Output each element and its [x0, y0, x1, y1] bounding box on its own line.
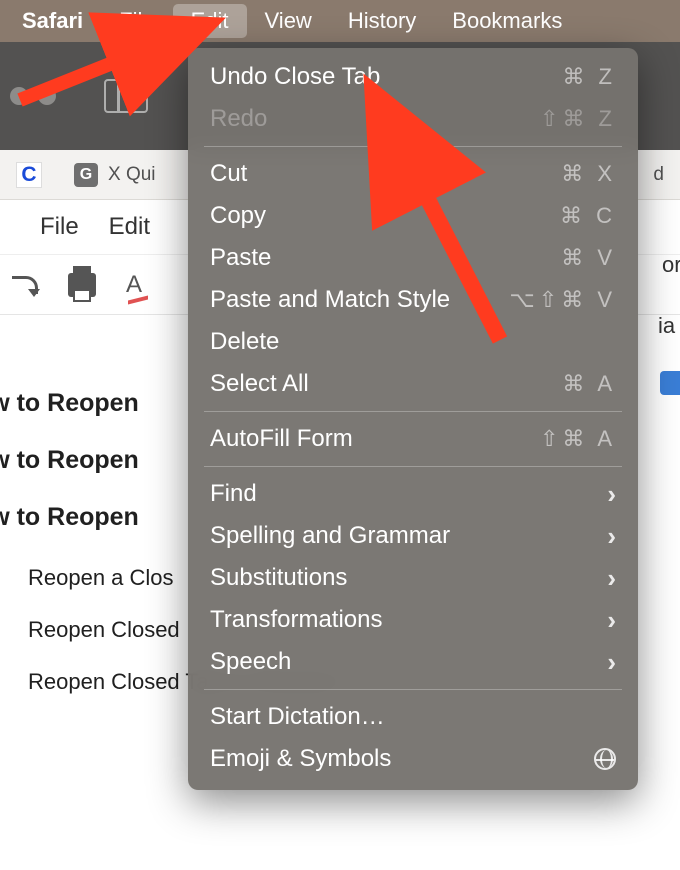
browser-tab-cut[interactable]: d	[637, 150, 680, 199]
menu-separator	[204, 411, 622, 412]
favicon-icon: C	[16, 162, 42, 188]
menu-item[interactable]: AutoFill Form ⇧⌘ A	[188, 418, 638, 460]
menu-item-label: Copy	[210, 202, 266, 230]
menu-separator	[204, 689, 622, 690]
chevron-right-icon: ›	[607, 649, 616, 675]
menu-item-label: Undo Close Tab	[210, 63, 380, 91]
menu-separator	[204, 146, 622, 147]
menu-item[interactable]: Start Dictation…	[188, 696, 638, 738]
menu-shortcut: ⇧⌘ A	[540, 426, 616, 452]
tab-title: d	[653, 164, 664, 186]
menu-item-label: Spelling and Grammar	[210, 522, 450, 550]
globe-icon	[594, 748, 616, 770]
doc-menu-file[interactable]: File	[40, 213, 79, 241]
system-menubar: Safari File Edit View History Bookmarks	[0, 0, 680, 42]
menu-item-label: AutoFill Form	[210, 425, 353, 453]
truncated-text: or	[662, 252, 680, 278]
menubar-bookmarks[interactable]: Bookmarks	[434, 4, 580, 38]
menu-shortcut: ⌥⇧⌘ V	[509, 287, 616, 313]
menu-item[interactable]: Paste ⌘ V	[188, 237, 638, 279]
chevron-right-icon: ›	[607, 607, 616, 633]
menu-item[interactable]: Undo Close Tab ⌘ Z	[188, 56, 638, 98]
font-underline-icon[interactable]: A	[126, 271, 142, 299]
menu-item[interactable]: Delete	[188, 321, 638, 363]
menu-item-label: Find	[210, 480, 257, 508]
menu-item-label: Start Dictation…	[210, 703, 385, 731]
menu-item[interactable]: Paste and Match Style ⌥⇧⌘ V	[188, 279, 638, 321]
menu-item[interactable]: Transformations ›	[188, 599, 638, 641]
menubar-edit[interactable]: Edit	[173, 4, 247, 38]
menu-item-label: Substitutions	[210, 564, 347, 592]
side-panel-handle[interactable]	[660, 371, 680, 395]
menu-item-label: Speech	[210, 648, 291, 676]
tab-title: X Qui	[108, 164, 156, 186]
traffic-light-dimmed[interactable]	[10, 87, 28, 105]
menu-shortcut: ⌘ C	[560, 203, 616, 229]
menubar-app[interactable]: Safari	[4, 4, 101, 38]
menubar-view[interactable]: View	[247, 4, 330, 38]
menu-item-label: Paste and Match Style	[210, 286, 450, 314]
doc-menu-edit[interactable]: Edit	[109, 213, 150, 241]
chevron-right-icon: ›	[607, 565, 616, 591]
menu-shortcut: ⌘ V	[561, 245, 616, 271]
traffic-light-dimmed[interactable]	[38, 87, 56, 105]
menu-item[interactable]: Substitutions ›	[188, 557, 638, 599]
menu-item: Redo ⇧⌘ Z	[188, 98, 638, 140]
sidebar-toggle-icon[interactable]	[104, 79, 148, 113]
chevron-right-icon: ›	[607, 523, 616, 549]
menu-item[interactable]: Emoji & Symbols	[188, 738, 638, 780]
menu-separator	[204, 466, 622, 467]
menu-item-label: Redo	[210, 105, 267, 133]
menu-item-label: Transformations	[210, 606, 383, 634]
menu-item[interactable]: Speech ›	[188, 641, 638, 683]
menu-shortcut: ⌘ A	[562, 371, 616, 397]
menu-item-label: Paste	[210, 244, 271, 272]
browser-tab[interactable]: C	[0, 150, 58, 199]
menu-item[interactable]: Select All ⌘ A	[188, 363, 638, 405]
menu-item[interactable]: Spelling and Grammar ›	[188, 515, 638, 557]
menu-shortcut: ⇧⌘ Z	[540, 106, 616, 132]
menu-item[interactable]: Copy ⌘ C	[188, 195, 638, 237]
print-icon[interactable]	[68, 273, 96, 297]
menu-item-label: Select All	[210, 370, 309, 398]
menu-shortcut: ⌘ X	[561, 161, 616, 187]
menu-item-label: Cut	[210, 160, 247, 188]
menu-item[interactable]: Find ›	[188, 473, 638, 515]
menu-item-label: Delete	[210, 328, 279, 356]
redo-icon[interactable]	[12, 276, 38, 294]
menubar-history[interactable]: History	[330, 4, 434, 38]
browser-tab[interactable]: G X Qui	[58, 150, 172, 199]
menu-shortcut: ⌘ Z	[562, 64, 616, 90]
favicon-icon: G	[74, 163, 98, 187]
menubar-file[interactable]: File	[101, 4, 172, 38]
edit-menu-dropdown: Undo Close Tab ⌘ Z Redo ⇧⌘ Z Cut ⌘ X Copy ⌘ C Pa…	[188, 48, 638, 790]
truncated-text: ia	[658, 313, 680, 339]
menu-item[interactable]: Cut ⌘ X	[188, 153, 638, 195]
menu-item-label: Emoji & Symbols	[210, 745, 391, 773]
chevron-right-icon: ›	[607, 481, 616, 507]
